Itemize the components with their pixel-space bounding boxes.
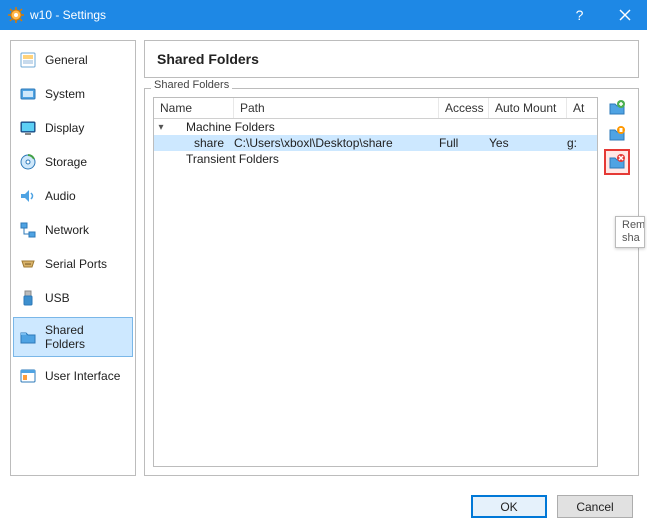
page-title: Shared Folders [144, 40, 639, 78]
row-auto-mount: Yes [489, 136, 567, 150]
storage-icon [19, 153, 37, 171]
close-button[interactable] [602, 0, 647, 30]
toolstrip [604, 97, 630, 467]
serial-ports-icon [19, 255, 37, 273]
sidebar-item-label: Shared Folders [45, 323, 127, 351]
sidebar-item-label: Network [45, 223, 89, 237]
edit-share-button[interactable] [606, 123, 628, 145]
row-path: C:\Users\xboxl\Desktop\share [234, 136, 439, 150]
sidebar-item-display[interactable]: Display [13, 113, 133, 143]
sidebar-item-label: Serial Ports [45, 257, 107, 271]
shared-folders-icon [19, 328, 37, 346]
col-auto-mount[interactable]: Auto Mount [489, 98, 567, 118]
network-icon [19, 221, 37, 239]
sidebar-item-label: User Interface [45, 369, 120, 383]
sidebar-item-network[interactable]: Network [13, 215, 133, 245]
sidebar-item-user-interface[interactable]: User Interface [13, 361, 133, 391]
dialog-footer: OK Cancel [0, 484, 647, 529]
add-share-button[interactable] [606, 97, 628, 119]
row-access: Full [439, 136, 489, 150]
display-icon [19, 119, 37, 137]
tree-group-machine-folders[interactable]: ▾ Machine Folders [154, 119, 597, 135]
window-title: w10 - Settings [30, 8, 557, 22]
tree-group-label: Machine Folders [186, 120, 275, 134]
remove-share-button[interactable] [604, 149, 630, 175]
caret-down-icon[interactable]: ▾ [154, 122, 168, 133]
shared-folders-tree[interactable]: Name Path Access Auto Mount At ▾ Machine… [153, 97, 598, 467]
sidebar-item-label: Audio [45, 189, 76, 203]
gear-icon [8, 7, 24, 23]
help-button[interactable]: ? [557, 0, 602, 30]
groupbox-legend: Shared Folders [151, 79, 232, 91]
sidebar-item-label: Display [45, 121, 84, 135]
col-name[interactable]: Name [154, 98, 234, 118]
sidebar-item-usb[interactable]: USB [13, 283, 133, 313]
sidebar-item-label: General [45, 53, 88, 67]
row-name: share [194, 136, 224, 150]
tree-group-label: Transient Folders [186, 152, 279, 166]
general-icon [19, 51, 37, 69]
col-access[interactable]: Access [439, 98, 489, 118]
sidebar-item-label: Storage [45, 155, 87, 169]
tree-row-share[interactable]: share C:\Users\xboxl\Desktop\share Full … [154, 135, 597, 151]
sidebar-item-storage[interactable]: Storage [13, 147, 133, 177]
sidebar-item-label: USB [45, 291, 70, 305]
audio-icon [19, 187, 37, 205]
titlebar: w10 - Settings ? [0, 0, 647, 30]
col-path[interactable]: Path [234, 98, 439, 118]
tooltip-remove-share: Remsha [615, 216, 645, 248]
row-at: g: [567, 136, 597, 150]
cancel-button[interactable]: Cancel [557, 495, 633, 518]
user-interface-icon [19, 367, 37, 385]
main-panel: Shared Folders Shared Folders Name Path … [144, 40, 639, 476]
sidebar-item-shared-folders[interactable]: Shared Folders [13, 317, 133, 357]
sidebar-item-audio[interactable]: Audio [13, 181, 133, 211]
ok-button[interactable]: OK [471, 495, 547, 518]
sidebar-item-serial-ports[interactable]: Serial Ports [13, 249, 133, 279]
col-at[interactable]: At [567, 98, 597, 118]
sidebar: General System Display Storage Audio Net… [10, 40, 136, 476]
usb-icon [19, 289, 37, 307]
tree-header: Name Path Access Auto Mount At [154, 98, 597, 119]
tree-group-transient-folders[interactable]: Transient Folders [154, 151, 597, 167]
sidebar-item-label: System [45, 87, 85, 101]
sidebar-item-general[interactable]: General [13, 45, 133, 75]
sidebar-item-system[interactable]: System [13, 79, 133, 109]
system-icon [19, 85, 37, 103]
